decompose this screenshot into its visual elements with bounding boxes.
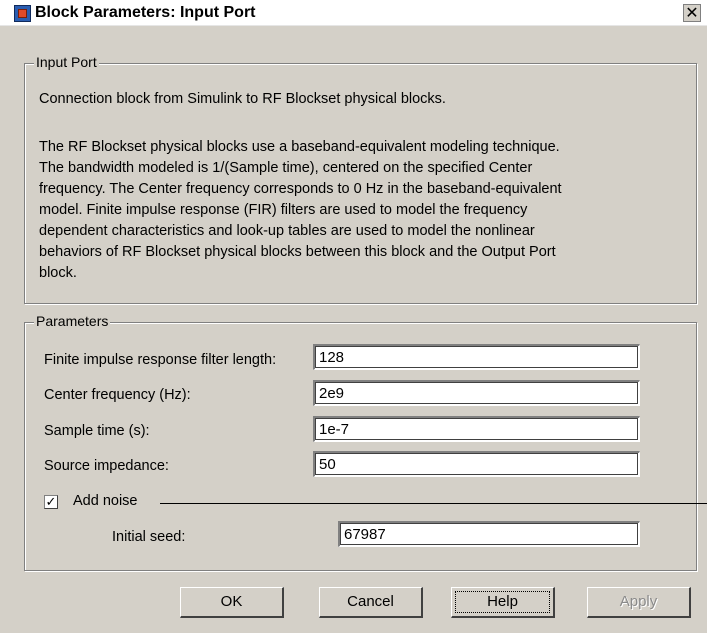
center-frequency-label: Center frequency (Hz): [44,387,191,403]
description-line-1: The RF Blockset physical blocks use a ba… [39,139,560,155]
ok-button[interactable]: OK [180,587,284,618]
title-bar[interactable]: Block Parameters: Input Port ✕ [0,0,707,26]
close-icon[interactable]: ✕ [683,4,701,22]
center-frequency-field[interactable]: 2e9 [313,380,640,406]
initial-seed-label: Initial seed: [112,529,186,545]
sample-time-label: Sample time (s): [44,423,150,439]
parameters-group-label: Parameters [34,313,111,329]
description-line-3: frequency. The Center frequency correspo… [39,181,562,197]
sample-time-value[interactable]: 1e-7 [319,421,349,438]
cancel-button[interactable]: Cancel [319,587,423,618]
apply-button[interactable]: Apply [587,587,691,618]
fir-length-field[interactable]: 128 [313,344,640,370]
source-impedance-field[interactable]: 50 [313,451,640,477]
block-parameters-dialog: Block Parameters: Input Port ✕ Input Por… [0,0,707,633]
add-noise-divider [160,503,707,504]
initial-seed-value[interactable]: 67987 [344,526,386,543]
description-line-4: model. Finite impulse response (FIR) fil… [39,202,528,218]
description-line-6: behaviors of RF Blockset physical blocks… [39,244,556,260]
sample-time-field[interactable]: 1e-7 [313,416,640,442]
initial-seed-field[interactable]: 67987 [338,521,640,547]
summary-text: Connection block from Simulink to RF Blo… [39,91,446,107]
input-port-group-label: Input Port [34,54,99,70]
center-frequency-value[interactable]: 2e9 [319,385,344,402]
description-line-5: dependent characteristics and look-up ta… [39,223,535,239]
add-noise-checkbox[interactable]: ✓ [44,495,58,509]
help-button[interactable]: Help [451,587,555,618]
help-focus-ring [455,591,550,613]
description-line-2: The bandwidth modeled is 1/(Sample time)… [39,160,533,176]
simulink-block-icon [14,5,31,22]
add-noise-label[interactable]: Add noise [73,493,138,509]
source-impedance-label: Source impedance: [44,458,169,474]
fir-length-value[interactable]: 128 [319,349,344,366]
window-title: Block Parameters: Input Port [35,4,256,21]
description-line-7: block. [39,265,77,281]
source-impedance-value[interactable]: 50 [319,456,336,473]
fir-length-label: Finite impulse response filter length: [44,352,277,368]
